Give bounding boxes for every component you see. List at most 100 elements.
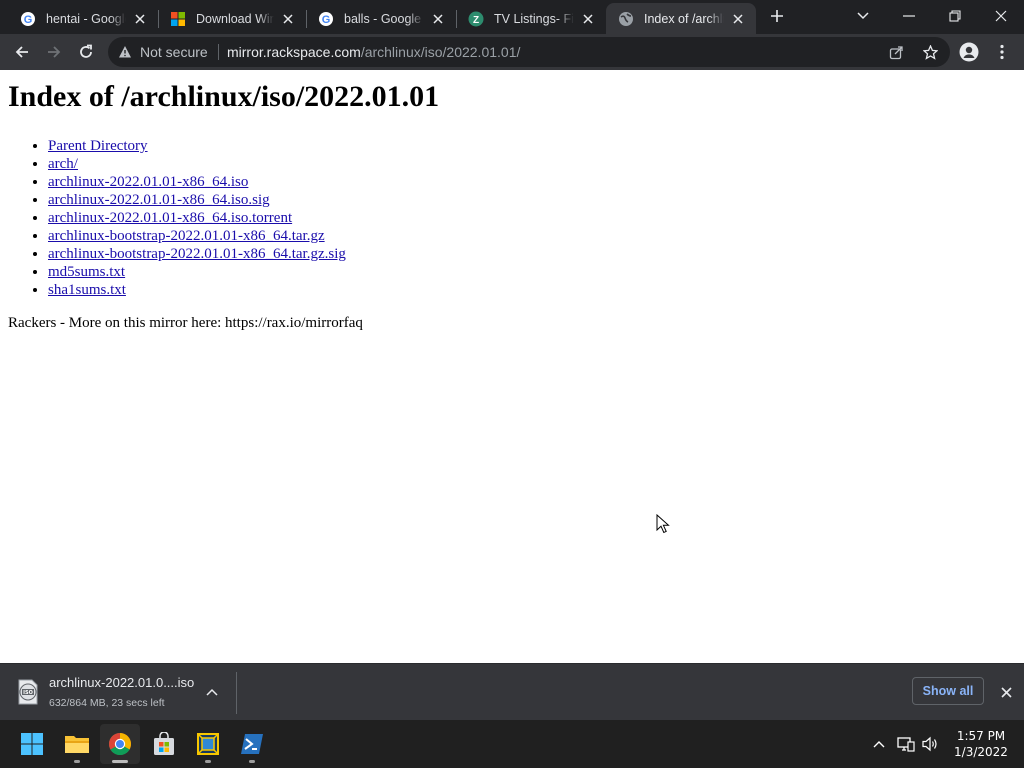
list-item: archlinux-2022.01.01-x86_64.iso (48, 173, 346, 191)
bookmark-star-icon[interactable] (922, 44, 938, 60)
page-heading: Index of /archlinux/iso/2022.01.01 (8, 80, 440, 113)
restore-button[interactable] (932, 0, 978, 32)
security-label: Not secure (140, 44, 208, 60)
tab-search-button[interactable] (850, 0, 876, 32)
link-bootstrap-file[interactable]: archlinux-bootstrap-2022.01.01-x86_64.ta… (48, 228, 325, 244)
back-button[interactable] (8, 38, 36, 66)
close-tab-icon[interactable] (280, 11, 296, 27)
tab-index-archlinux[interactable]: Index of /archlin (606, 3, 756, 34)
link-bootstrap-sig-file[interactable]: archlinux-bootstrap-2022.01.01-x86_64.ta… (48, 246, 346, 262)
mouse-cursor-icon (656, 514, 670, 534)
minimize-icon (903, 15, 915, 17)
close-tab-icon[interactable] (580, 11, 596, 27)
taskbar-powershell[interactable] (232, 724, 272, 764)
close-icon (1000, 686, 1012, 698)
list-item: arch/ (48, 155, 346, 173)
share-icon[interactable] (888, 44, 904, 60)
chrome-icon (109, 733, 131, 755)
iso-icon-label: ISO (23, 690, 33, 696)
profile-button[interactable] (955, 38, 983, 66)
kebab-menu-icon (1000, 44, 1004, 60)
tab-hentai-google[interactable]: G hentai - Google (8, 3, 158, 34)
reload-icon (80, 44, 92, 58)
file-explorer-icon (65, 736, 89, 753)
tab-strip: G hentai - Google Download Wind G balls … (0, 0, 1024, 34)
google-icon: G (318, 11, 334, 27)
download-file-name: archlinux-2022.01.0....iso (49, 675, 195, 690)
svg-text:Z: Z (473, 15, 479, 26)
mirror-note: Rackers - More on this mirror here: http… (8, 315, 363, 331)
system-clock[interactable]: 1:57 PM 1/3/2022 (948, 728, 1014, 760)
show-hidden-icons-button[interactable] (869, 734, 889, 754)
link-iso-sig-file[interactable]: archlinux-2022.01.01-x86_64.iso.sig (48, 192, 270, 208)
start-button[interactable] (12, 724, 52, 764)
url-text[interactable]: mirror.rackspace.com/archlinux/iso/2022.… (227, 44, 520, 60)
link-iso-torrent-file[interactable]: archlinux-2022.01.01-x86_64.iso.torrent (48, 210, 292, 226)
windows-logo-icon (170, 11, 186, 27)
tab-tv-listings[interactable]: Z TV Listings- Fin (456, 3, 606, 34)
powershell-icon (241, 734, 263, 754)
restore-icon (949, 10, 961, 22)
microsoft-store-icon (154, 732, 174, 755)
list-item: archlinux-bootstrap-2022.01.01-x86_64.ta… (48, 227, 346, 245)
forward-button[interactable] (40, 38, 68, 66)
reload-button[interactable] (72, 38, 100, 66)
close-tab-icon[interactable] (132, 11, 148, 27)
globe-icon (618, 11, 634, 27)
close-shelf-button[interactable] (997, 683, 1015, 701)
taskbar-chrome[interactable] (100, 724, 140, 764)
omnibox-divider (218, 44, 219, 60)
network-icon[interactable] (896, 734, 916, 754)
download-shelf: ISO archlinux-2022.01.0....iso 632/864 M… (0, 663, 1024, 720)
svg-text:G: G (322, 14, 331, 26)
profile-avatar-icon (959, 42, 979, 62)
running-indicator (112, 760, 128, 763)
list-item: archlinux-2022.01.01-x86_64.iso.torrent (48, 209, 346, 227)
menu-button[interactable] (988, 38, 1016, 66)
new-tab-button[interactable] (764, 0, 790, 32)
link-md5sums[interactable]: md5sums.txt (48, 264, 125, 280)
clock-time: 1:57 PM (956, 729, 1006, 743)
list-item: Parent Directory (48, 137, 346, 155)
list-item: sha1sums.txt (48, 281, 346, 299)
volume-icon[interactable] (920, 734, 940, 754)
shelf-divider (236, 672, 237, 714)
running-indicator (74, 760, 80, 763)
taskbar-file-explorer[interactable] (57, 724, 97, 764)
warning-icon (119, 46, 131, 58)
security-indicator[interactable]: Not secure (118, 44, 208, 60)
link-parent-directory[interactable]: Parent Directory (48, 138, 148, 154)
link-sha1sums[interactable]: sha1sums.txt (48, 282, 126, 298)
taskbar-microsoft-store[interactable] (144, 724, 184, 764)
page-content: Index of /archlinux/iso/2022.01.01 Paren… (0, 70, 1024, 663)
tab-title: Index of /archlin (644, 11, 724, 26)
link-iso-file[interactable]: archlinux-2022.01.01-x86_64.iso (48, 174, 248, 190)
taskbar-virtualbox[interactable] (188, 724, 228, 764)
tab-download-windows[interactable]: Download Wind (158, 3, 306, 34)
running-indicator (205, 760, 211, 763)
link-arch-folder[interactable]: arch/ (48, 156, 78, 172)
back-arrow-icon (15, 46, 28, 58)
chevron-up-icon (206, 688, 218, 696)
tab-title: hentai - Google (46, 11, 126, 26)
address-bar[interactable]: Not secure mirror.rackspace.com/archlinu… (108, 37, 950, 67)
plus-icon (771, 10, 783, 22)
list-item: md5sums.txt (48, 263, 346, 281)
url-path: /archlinux/iso/2022.01.01/ (360, 44, 521, 60)
forward-arrow-icon (48, 46, 61, 58)
iso-file-icon: ISO (18, 679, 38, 705)
svg-text:G: G (24, 14, 33, 26)
zap2it-icon: Z (468, 11, 484, 27)
minimize-button[interactable] (886, 0, 932, 32)
close-tab-icon[interactable] (730, 11, 746, 27)
url-host: mirror.rackspace.com (227, 44, 361, 60)
close-tab-icon[interactable] (430, 11, 446, 27)
download-options-button[interactable] (204, 684, 220, 700)
download-status: 632/864 MB, 23 secs left (49, 697, 165, 709)
tab-balls-google[interactable]: G balls - Google S (306, 3, 456, 34)
show-all-button[interactable]: Show all (912, 677, 984, 705)
list-item: archlinux-2022.01.01-x86_64.iso.sig (48, 191, 346, 209)
close-icon (995, 10, 1007, 22)
close-window-button[interactable] (978, 0, 1024, 32)
google-icon: G (20, 11, 36, 27)
